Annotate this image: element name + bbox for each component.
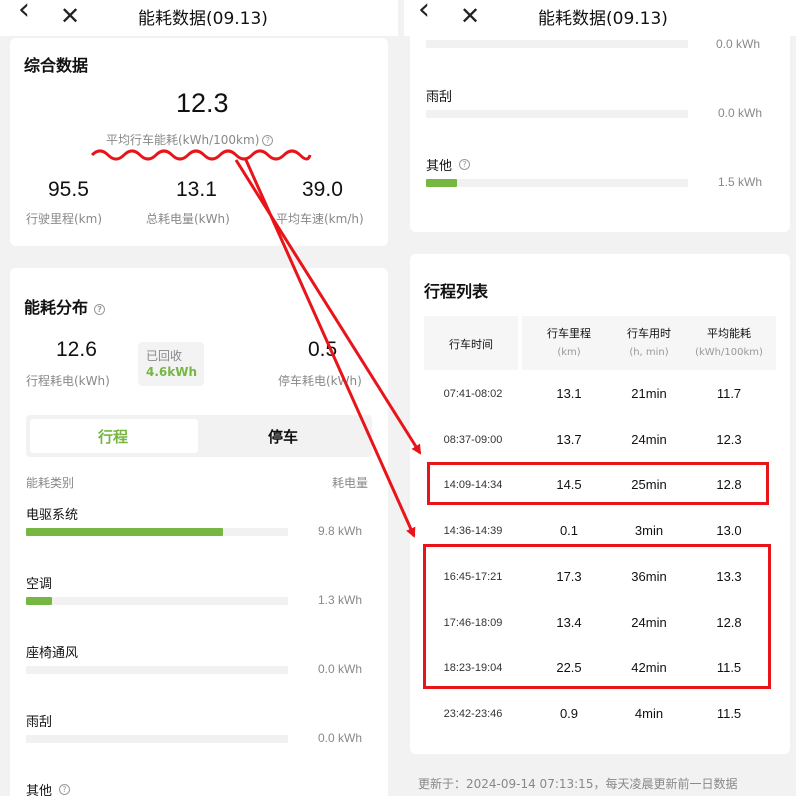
category-name: 雨刮 <box>426 90 453 105</box>
left-nav-bar: ‹ ✕ 能耗数据(09.13) <box>0 0 398 36</box>
trip-distance: 0.1 <box>559 523 579 538</box>
trip-distance: 0.9 <box>559 706 579 721</box>
trip-avg-consumption: 11.7 <box>716 386 742 401</box>
highlight-box-trips <box>423 544 771 689</box>
stat-label: 总耗电量(kWh) <box>146 212 230 226</box>
header-avg: 平均能耗 <box>707 327 751 340</box>
energy-bar-fill <box>426 179 458 187</box>
energy-bar <box>26 597 288 605</box>
update-footnote: 更新于：2024-09-14 07:13:15，每天凌晨更新前一日数据 <box>418 777 738 791</box>
drive-energy-label: 行程耗电(kWh) <box>26 374 110 388</box>
category-value: 1.3 kWh <box>318 593 363 607</box>
energy-bar-fill <box>26 528 223 536</box>
avg-consumption-value: 12.3 <box>176 88 229 118</box>
stat-label: 平均车速(km/h) <box>276 212 364 226</box>
category-name: 其他 <box>26 784 53 796</box>
drive-energy-value: 12.6 <box>56 338 97 361</box>
category-name: 其他 <box>426 159 453 174</box>
energy-bar <box>26 528 288 536</box>
close-icon[interactable]: ✕ <box>60 4 80 28</box>
stat-value: 95.5 <box>48 178 89 201</box>
page-title: 能耗数据(09.13) <box>538 9 668 29</box>
help-icon[interactable]: ? <box>262 135 274 146</box>
category-value: 0.0 kWh <box>318 662 363 676</box>
trip-time: 08:37-09:00 <box>443 434 503 446</box>
header-duration-unit: (h, min) <box>629 347 669 358</box>
trip-avg-consumption: 13.0 <box>716 523 742 538</box>
energy-column-header: 耗电量 <box>332 476 369 490</box>
header-distance: 行车里程 <box>547 327 591 340</box>
mode-tabs: 行程 停车 <box>26 415 372 457</box>
help-icon[interactable]: ? <box>459 159 470 170</box>
energy-bar <box>26 735 288 743</box>
recovered-value: 4.6kWh <box>146 365 198 379</box>
header-time: 行车时间 <box>449 338 493 351</box>
trip-duration: 4min <box>634 706 664 721</box>
category-name: 电驱系统 <box>26 508 79 523</box>
stat-value: 13.1 <box>176 178 217 201</box>
avg-consumption-label: 平均行车能耗(kWh/100km)? <box>106 131 274 148</box>
trip-time: 14:36-14:39 <box>443 525 503 537</box>
page-title: 能耗数据(09.13) <box>138 9 268 29</box>
energy-bar <box>426 179 688 187</box>
category-value: 0.0 kWh <box>318 731 363 745</box>
header-duration: 行车用时 <box>627 327 671 340</box>
left-screen: ‹ ✕ 能耗数据(09.13) 综合数据 12.3 平均行车能耗(kWh/100… <box>0 0 398 796</box>
distribution-title: 能耗分布? <box>24 294 106 318</box>
trip-time: 23:42-23:46 <box>443 708 503 720</box>
park-energy-label: 停车耗电(kWh) <box>278 374 362 388</box>
category-column-header: 能耗类别 <box>26 476 75 490</box>
help-icon[interactable]: ? <box>59 784 70 795</box>
back-icon[interactable]: ‹ <box>418 0 430 25</box>
recovered-label: 已回收 <box>146 349 183 363</box>
stat-value: 39.0 <box>302 178 343 201</box>
trip-distance: 13.7 <box>556 432 582 447</box>
category-value: 1.5 kWh <box>718 175 763 189</box>
summary-title: 综合数据 <box>24 56 89 75</box>
back-icon[interactable]: ‹ <box>18 0 30 25</box>
header-distance-unit: (km) <box>557 347 581 358</box>
recovered-badge: 已回收 4.6kWh <box>138 342 204 386</box>
park-energy-value: 0.5 <box>308 338 338 361</box>
right-nav-bar: ‹ ✕ 能耗数据(09.13) <box>404 0 796 36</box>
category-name: 雨刮 <box>26 715 53 730</box>
category-value: 9.8 kWh <box>318 524 363 538</box>
category-value: 0.0 kWh <box>716 37 761 51</box>
category-card-continued <box>410 36 790 232</box>
trip-duration: 21min <box>631 386 667 401</box>
energy-bar <box>426 40 688 48</box>
highlight-box-trip <box>427 462 769 505</box>
trip-avg-consumption: 12.3 <box>716 432 742 447</box>
trip-distance: 13.1 <box>556 386 582 401</box>
energy-bar <box>426 110 688 118</box>
trip-duration: 24min <box>631 432 667 447</box>
trip-duration: 3min <box>634 523 664 538</box>
category-value: 0.0 kWh <box>718 106 763 120</box>
energy-bar-fill <box>26 597 53 605</box>
trip-time: 07:41-08:02 <box>443 388 503 400</box>
tab-drive-label[interactable]: 行程 <box>98 426 128 447</box>
stat-label: 行驶里程(km) <box>26 212 103 226</box>
close-icon[interactable]: ✕ <box>460 4 480 28</box>
category-name: 座椅通风 <box>26 646 79 661</box>
header-avg-unit: (kWh/100km) <box>695 347 763 358</box>
help-icon[interactable]: ? <box>94 304 106 315</box>
trip-list-title: 行程列表 <box>424 282 489 301</box>
category-name: 空调 <box>26 577 53 592</box>
trip-avg-consumption: 11.5 <box>716 706 742 721</box>
tab-park[interactable]: 停车 <box>268 426 298 447</box>
energy-bar <box>26 666 288 674</box>
